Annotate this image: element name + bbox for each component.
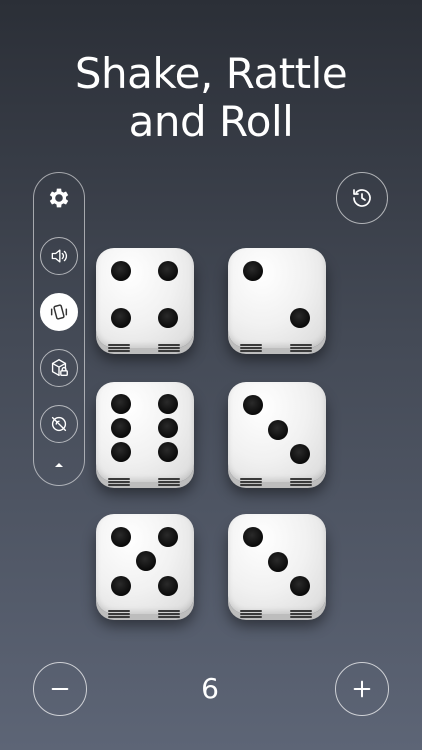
die-side-pips bbox=[240, 343, 262, 353]
gear-icon[interactable] bbox=[46, 185, 72, 211]
lock-dice-button[interactable] bbox=[40, 349, 78, 387]
die-pip bbox=[111, 418, 131, 438]
die-pip bbox=[158, 527, 178, 547]
die-side-pips bbox=[240, 609, 262, 619]
die-pip bbox=[158, 308, 178, 328]
die-side-pips bbox=[290, 609, 312, 619]
shake-toggle-button[interactable] bbox=[40, 293, 78, 331]
die-pip bbox=[158, 442, 178, 462]
shake-phone-icon bbox=[50, 304, 68, 320]
die-pip bbox=[136, 551, 156, 571]
die-pip bbox=[111, 261, 131, 281]
plus-icon bbox=[353, 680, 371, 698]
die-side-pips bbox=[158, 477, 180, 487]
die-2[interactable] bbox=[228, 248, 326, 352]
settings-sidebar bbox=[33, 172, 85, 486]
die-3[interactable] bbox=[96, 382, 194, 486]
minus-icon bbox=[51, 687, 69, 691]
die-side-pips bbox=[240, 477, 262, 487]
die-pip bbox=[243, 395, 263, 415]
die-5[interactable] bbox=[96, 514, 194, 618]
die-pip bbox=[158, 576, 178, 596]
die-pip bbox=[111, 394, 131, 414]
decrease-dice-button[interactable] bbox=[33, 662, 87, 716]
die-pip bbox=[111, 442, 131, 462]
die-side-pips bbox=[108, 477, 130, 487]
die-pip bbox=[158, 418, 178, 438]
die-pip bbox=[268, 420, 288, 440]
cube-lock-icon bbox=[51, 359, 68, 377]
app-title: Shake, Rattle and Roll bbox=[0, 50, 422, 146]
title-line-1: Shake, Rattle bbox=[74, 49, 348, 98]
increase-dice-button[interactable] bbox=[335, 662, 389, 716]
chevron-up-icon[interactable] bbox=[53, 461, 65, 469]
history-button[interactable] bbox=[336, 172, 388, 224]
dice-count: 6 bbox=[201, 672, 219, 705]
die-pip bbox=[290, 444, 310, 464]
die-pip bbox=[290, 308, 310, 328]
die-pip bbox=[158, 261, 178, 281]
die-4[interactable] bbox=[228, 382, 326, 486]
die-pip bbox=[158, 394, 178, 414]
die-pip bbox=[290, 576, 310, 596]
history-icon bbox=[353, 189, 371, 207]
hide-icon bbox=[51, 416, 67, 432]
die-side-pips bbox=[108, 343, 130, 353]
die-side-pips bbox=[158, 609, 180, 619]
die-pip bbox=[111, 527, 131, 547]
die-side-pips bbox=[290, 477, 312, 487]
die-6[interactable] bbox=[228, 514, 326, 618]
hide-total-button[interactable] bbox=[40, 405, 78, 443]
die-pip bbox=[111, 308, 131, 328]
die-side-pips bbox=[158, 343, 180, 353]
die-side-pips bbox=[108, 609, 130, 619]
die-pip bbox=[268, 552, 288, 572]
die-side-pips bbox=[290, 343, 312, 353]
sound-toggle-button[interactable] bbox=[40, 237, 78, 275]
die-1[interactable] bbox=[96, 248, 194, 352]
die-pip bbox=[243, 527, 263, 547]
title-line-2: and Roll bbox=[128, 97, 294, 146]
die-pip bbox=[111, 576, 131, 596]
sound-icon bbox=[51, 249, 67, 263]
die-pip bbox=[243, 261, 263, 281]
